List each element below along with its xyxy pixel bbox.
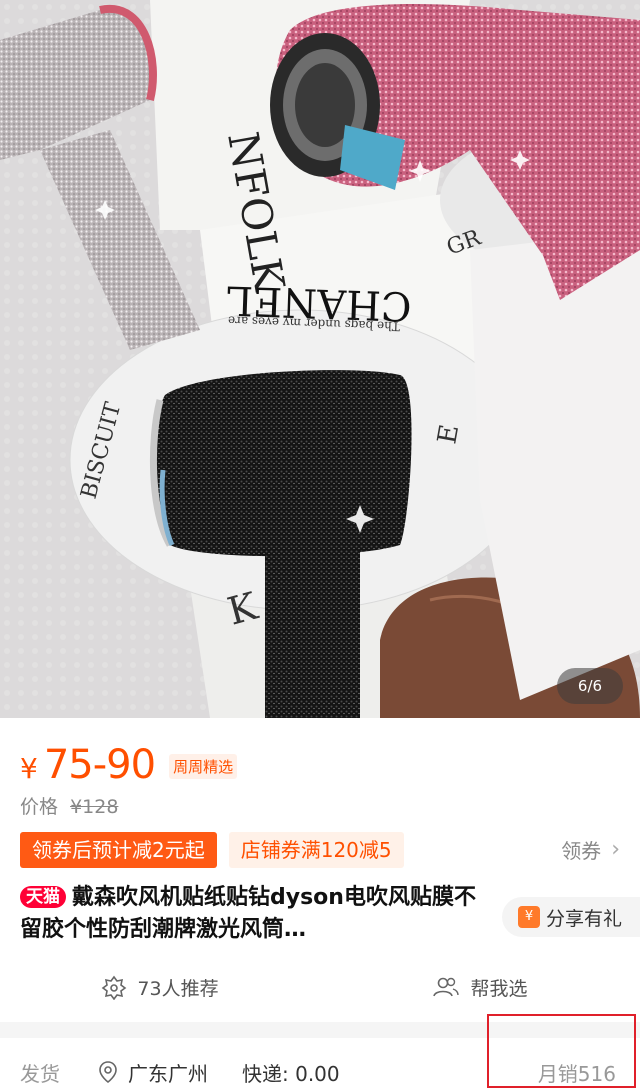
image-counter: 6/6: [557, 668, 623, 704]
share-reward-label: 分享有礼: [546, 907, 623, 930]
help-choose-label: 帮我选: [470, 977, 528, 1000]
coupon-row: 领券后预计减2元起 店铺券满120减5: [20, 832, 404, 868]
location-pin-icon: [99, 1061, 117, 1084]
share-reward-button[interactable]: ¥ 分享有礼: [502, 897, 640, 937]
help-choose-button[interactable]: 帮我选: [320, 962, 640, 1012]
recommend-count-label: 73人推荐: [137, 977, 219, 1000]
ship-location: 广东广州: [128, 1061, 208, 1086]
price-row: ¥ 75-90 周周精选: [20, 742, 238, 788]
product-image-gallery[interactable]: NFOLK CHANEL The bags under my eyes are …: [0, 0, 640, 718]
people-icon: [433, 977, 460, 997]
price-currency: ¥: [20, 752, 38, 785]
product-title-text: 戴森吹风机贴纸贴钻dyson电吹风贴膜不留胶个性防刮潮牌激光风筒…: [20, 885, 476, 942]
claim-coupon-label: 领券: [561, 839, 602, 863]
weekly-pick-tag: 周周精选: [169, 754, 238, 779]
express-fee: 快递: 0.00: [242, 1061, 340, 1086]
store-coupon-badge[interactable]: 店铺券满120减5: [228, 832, 404, 868]
chevron-right-icon: ›: [611, 837, 620, 862]
original-price-label: 价格: [20, 796, 59, 818]
recommend-row: 73人推荐 帮我选: [0, 962, 640, 1012]
product-title: 天猫 戴森吹风机贴纸贴钻dyson电吹风贴膜不留胶个性防刮潮牌激光风筒…: [20, 882, 490, 946]
shipping-label: 发货: [20, 1061, 60, 1086]
price-range: 75-90: [43, 742, 156, 788]
claim-coupon-button[interactable]: 领券 ›: [561, 835, 620, 864]
product-photo: NFOLK CHANEL The bags under my eyes are …: [0, 0, 640, 718]
original-price-row: 价格 ¥128: [20, 792, 118, 819]
coupon-estimate-badge[interactable]: 领券后预计减2元起: [20, 832, 217, 868]
tmall-badge: 天猫: [20, 886, 66, 908]
flower-badge-icon: [102, 975, 127, 1000]
red-packet-icon: ¥: [518, 906, 540, 928]
recommend-count-button[interactable]: 73人推荐: [0, 962, 320, 1012]
highlight-box: [487, 1014, 636, 1088]
original-price-value: ¥128: [70, 796, 119, 818]
